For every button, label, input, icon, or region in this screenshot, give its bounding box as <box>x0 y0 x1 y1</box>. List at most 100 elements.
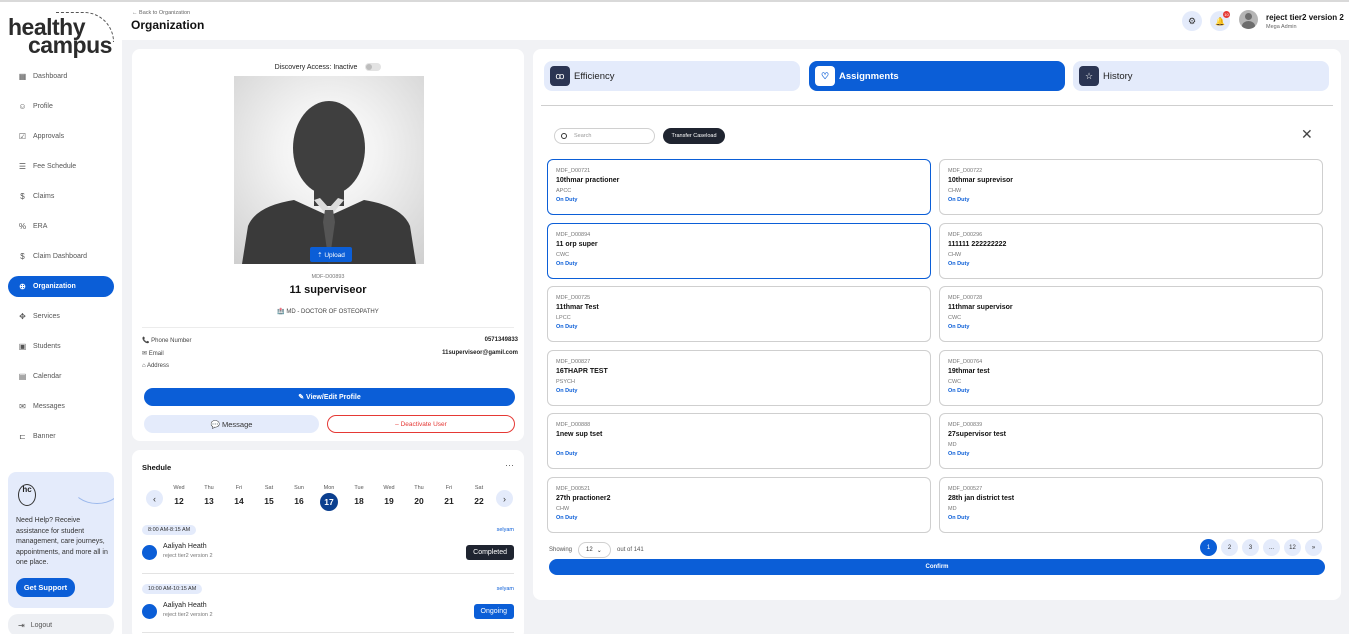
total-count-label: out of 141 <box>617 547 644 553</box>
header: ← Back to Organization Organization ⚙ 🔔 … <box>122 2 1349 40</box>
day-date: 15 <box>264 496 274 506</box>
view-edit-profile-button[interactable]: ✎ View/Edit Profile <box>144 388 515 406</box>
settings-button[interactable]: ⚙ <box>1182 11 1202 31</box>
tab-efficiency[interactable]: ꝏ Efficiency <box>544 61 800 91</box>
appointment-time: 10:00 AM-10:15 AM <box>142 584 203 594</box>
day-date: 21 <box>444 496 454 506</box>
tab-label: Assignments <box>839 70 899 82</box>
sidebar-item-claims[interactable]: $ Claims <box>8 186 114 207</box>
day-name: Thu <box>204 485 214 491</box>
calendar-day[interactable]: Sat 22 <box>469 485 489 506</box>
day-name: Wed <box>173 485 185 491</box>
calendar-day[interactable]: Wed 19 <box>379 485 399 506</box>
provider-name: 16THAPR TEST <box>556 367 608 375</box>
provider-id: MDF_D00888 <box>556 422 591 428</box>
provider-card[interactable]: MDF_D00728 11thmar supervisor CWC On Duty <box>939 286 1323 342</box>
provider-card[interactable]: MDF_D00764 19thmar test CWC On Duty <box>939 349 1323 406</box>
calendar-day[interactable]: Mon 17 <box>319 485 339 511</box>
sidebar-item-fee-schedule[interactable]: ☰ Fee Schedule <box>8 156 114 177</box>
page-button[interactable]: 3 <box>1242 539 1259 556</box>
confirm-button[interactable]: Confirm <box>549 559 1325 575</box>
provider-id: MDF_D00296 <box>948 231 983 238</box>
logout-button[interactable]: ⇥ Logout <box>8 614 114 634</box>
appointment-status-badge[interactable]: Ongoing <box>473 604 514 619</box>
calendar-day[interactable]: Tue 18 <box>349 485 369 506</box>
profile-name: 11 superviseor <box>289 284 367 296</box>
provider-card[interactable]: MDF_D00521 27th practioner2 CHW On Duty <box>547 476 931 533</box>
healthy-campus-logo[interactable]: healthy campus <box>8 12 118 57</box>
calendar-day[interactable]: Sun 16 <box>289 485 309 506</box>
appointment-link[interactable]: selyam <box>497 527 514 533</box>
provider-id: MDF_D00894 <box>556 231 591 238</box>
transfer-caseload-button[interactable]: Transfer Caseload <box>663 128 725 144</box>
message-button[interactable]: 💬 Message <box>144 415 319 433</box>
close-icon[interactable]: ✕ <box>1301 127 1313 141</box>
provider-type: CWC <box>556 251 570 258</box>
sidebar-item-profile[interactable]: ☺ Profile <box>8 96 114 117</box>
tab-assignments[interactable]: ♡ Assignments <box>809 61 1065 91</box>
day-name: Sat <box>264 485 274 491</box>
sidebar-item-claim-dashboard[interactable]: $ Claim Dashboard <box>8 246 114 267</box>
email-label: ✉ Email <box>142 351 164 357</box>
appointment-status-badge[interactable]: Completed <box>466 545 514 560</box>
sidebar-item-label: Profile <box>33 103 53 110</box>
upload-photo-button[interactable]: ⇡ Upload <box>310 247 352 262</box>
calendar-day[interactable]: Sat 15 <box>259 485 279 506</box>
page-button[interactable]: 12 <box>1284 539 1301 556</box>
page-button[interactable]: 2 <box>1221 539 1238 556</box>
page-button[interactable]: 1 <box>1200 539 1217 556</box>
provider-name: 11thmar supervisor <box>948 304 1013 311</box>
phone-label: 📞 Phone Number <box>142 338 192 344</box>
provider-card[interactable]: MDF_D00722 10thmar suprevisor CHW On Duty <box>939 159 1323 215</box>
sidebar-item-era[interactable]: % ERA <box>8 216 114 237</box>
sidebar-item-messages[interactable]: ✉ Messages <box>8 396 114 417</box>
heart-icon: ♡ <box>815 66 835 86</box>
sidebar-item-dashboard[interactable]: ▦ Dashboard <box>8 66 114 87</box>
tab-history[interactable]: ☆ History <box>1073 61 1329 91</box>
provider-card[interactable]: MDF_D00839 27supervisor test MD On Duty <box>939 413 1323 469</box>
calendar-day[interactable]: Fri 21 <box>439 485 459 506</box>
more-options-icon[interactable]: ··· <box>505 460 514 470</box>
calendar-day[interactable]: Thu 20 <box>409 485 429 506</box>
user-name[interactable]: reject tier2 version 2 <box>1266 13 1344 22</box>
calendar-day[interactable]: Thu 13 <box>199 485 219 506</box>
discovery-access-toggle[interactable] <box>365 63 382 71</box>
sidebar-item-organization[interactable]: ⊕ Organization <box>8 276 114 297</box>
provider-card[interactable]: MDF_D00527 28th jan district test MD On Dut… <box>939 476 1323 533</box>
sidebar-item-banner[interactable]: ⊏ Banner <box>8 426 114 447</box>
provider-card[interactable]: MDF_D00894 11 orp super CWC On Duty <box>547 222 931 279</box>
appointment-link[interactable]: selyam <box>497 586 514 592</box>
calendar-icon: ▤ <box>18 372 27 381</box>
user-avatar[interactable] <box>1239 10 1258 29</box>
sidebar-item-students[interactable]: ▣ Students <box>8 336 114 357</box>
sidebar-item-calendar[interactable]: ▤ Calendar <box>8 366 114 387</box>
provider-id: MDF_D00728 <box>948 295 983 301</box>
chevron-left-icon[interactable]: ‹ <box>146 490 163 507</box>
provider-card[interactable]: MDF_D00827 16THAPR TEST PSYCH On Duty <box>547 349 931 406</box>
page-button[interactable]: ... <box>1263 539 1280 556</box>
sidebar-item-approvals[interactable]: ☑ Approvals <box>8 126 114 147</box>
appointment-patient-name: Aaliyah Heath <box>163 602 207 609</box>
per-page-select[interactable]: 12 ⌄ <box>578 542 612 558</box>
next-page-icon[interactable]: » <box>1305 539 1322 556</box>
back-to-organization-link[interactable]: ← Back to Organization <box>132 10 190 16</box>
get-support-button[interactable]: Get Support <box>16 578 75 597</box>
provider-card[interactable]: MDF_D00888 1new sup tset On Duty <box>547 413 931 469</box>
provider-card[interactable]: MDF_D00721 10thmar practioner APCC On Duty <box>547 159 931 215</box>
deactivate-user-button[interactable]: – Deactivate User <box>327 415 515 433</box>
sidebar-item-label: Approvals <box>33 133 65 140</box>
chevron-right-icon[interactable]: › <box>496 490 513 507</box>
provider-status: On Duty <box>948 451 970 457</box>
provider-card[interactable]: MDF_D00296 111111 222222222 CHW On Duty <box>939 222 1323 279</box>
notifications-button[interactable]: 🔔 10 <box>1210 11 1230 31</box>
day-date: 14 <box>234 496 244 506</box>
notification-count-badge: 10 <box>1223 11 1230 18</box>
provider-card[interactable]: MDF_D00725 11thmar Test LPCC On Duty <box>547 286 931 342</box>
sidebar-item-services[interactable]: ✥ Services <box>8 306 114 327</box>
calendar-day[interactable]: Fri 14 <box>229 485 249 506</box>
help-card: hc Need Help? Receive assistance for stu… <box>8 472 114 608</box>
provider-id: MDF_D00722 <box>948 168 983 174</box>
search-input[interactable]: Search <box>554 128 655 144</box>
students-icon: ▣ <box>18 342 27 351</box>
calendar-day[interactable]: Wed 12 <box>169 485 189 506</box>
